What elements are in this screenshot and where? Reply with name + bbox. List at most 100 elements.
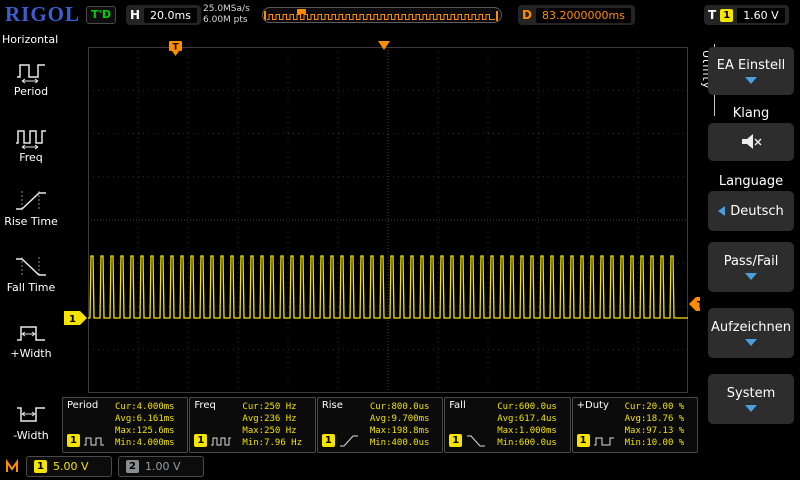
chevron-left-icon	[718, 206, 725, 216]
trigger-flag-marker[interactable]: T	[168, 41, 184, 57]
waveform-display	[88, 47, 688, 393]
menu-item-label: Aufzeichnen	[711, 320, 791, 335]
channel-1-number: 1	[34, 460, 47, 473]
channel1-offset-marker[interactable]: 1	[64, 311, 88, 325]
measurement-row: Period 1 Cur:4.000ms Avg:6.161ms Max:125…	[62, 397, 698, 453]
channel-2-toggle[interactable]: 2 1.00 V	[118, 456, 204, 477]
trigger-delay-group[interactable]: D 83.2000000ms	[518, 5, 635, 25]
menu-item-label: Period	[0, 85, 62, 98]
menu-item-label: -Width	[0, 429, 62, 442]
menu-item-label: Rise Time	[0, 215, 62, 228]
minus-width-icon	[14, 402, 48, 428]
horizontal-label: H	[130, 8, 140, 22]
menu-item-language[interactable]: Deutsch	[708, 191, 794, 231]
measurement-name: Rise	[322, 400, 343, 411]
menu-item-klang-label: Klang	[708, 106, 794, 121]
bottom-bar: 1 5.00 V 2 1.00 V	[0, 453, 800, 480]
channel-1-toggle[interactable]: 1 5.00 V	[26, 456, 112, 477]
menu-item-system[interactable]: System	[708, 374, 794, 424]
svg-text:1: 1	[69, 314, 76, 325]
trigger-level-value: 1.60 V	[737, 8, 785, 23]
channel-1-badge: 1	[322, 434, 335, 447]
channel-2-scale: 1.00 V	[145, 460, 181, 473]
measurement-values: Cur:4.000ms Avg:6.161ms Max:125.6ms Min:…	[115, 401, 175, 449]
menu-item-label: +Width	[0, 347, 62, 360]
trigger-position-marker[interactable]	[377, 41, 391, 51]
menu-item-ea-einstell[interactable]: EA Einstell	[708, 47, 794, 95]
channel-1-badge: 1	[577, 434, 590, 447]
menu-item-freq[interactable]: Freq	[0, 124, 62, 164]
menu-item-rise-time[interactable]: Rise Time	[0, 188, 62, 228]
horizontal-timebase-group[interactable]: H 20.0ms	[126, 5, 201, 25]
right-menu: Utility EA Einstell Klang Language Deuts…	[700, 30, 800, 480]
measurement-values: Cur:20.00 % Avg:18.76 % Max:97.13 % Min:…	[625, 401, 685, 449]
menu-item-aufzeichnen[interactable]: Aufzeichnen	[708, 308, 794, 358]
timebase-value: 20.0ms	[144, 8, 197, 23]
period-icon	[14, 58, 48, 84]
freq-measure-icon	[210, 433, 232, 448]
measurement-period[interactable]: Period 1 Cur:4.000ms Avg:6.161ms Max:125…	[62, 397, 188, 453]
menu-item-label: EA Einstell	[717, 58, 785, 73]
menu-item-label: Fall Time	[0, 281, 62, 294]
chevron-down-icon	[745, 405, 757, 412]
delay-value: 83.2000000ms	[536, 8, 631, 23]
speaker-muted-icon	[739, 133, 763, 151]
measurement-fall[interactable]: Fall 1 Cur:600.0us Avg:617.4us Max:1.000…	[444, 397, 570, 453]
acquisition-info: 25.0MSa/s 6.00M pts	[203, 4, 250, 26]
measurement-values: Cur:600.0us Avg:617.4us Max:1.000ms Min:…	[497, 401, 557, 449]
waveform-position-bar[interactable]	[262, 7, 502, 23]
channel-1-scale: 5.00 V	[53, 460, 89, 473]
left-menu: Horizontal Period Freq Rise Time Fall Ti…	[0, 30, 62, 453]
svg-text:T: T	[173, 43, 180, 53]
memory-depth: 6.00M pts	[203, 15, 250, 26]
trigger-source-badge: 1	[720, 9, 733, 22]
measurement-values: Cur:800.0us Avg:9.700ms Max:198.8ms Min:…	[370, 401, 430, 449]
channel-1-badge: 1	[449, 434, 462, 447]
channel-1-badge: 1	[67, 434, 80, 447]
delay-label: D	[522, 8, 532, 22]
measurement-name: Freq	[194, 400, 215, 411]
chevron-down-icon	[745, 273, 757, 280]
rise-measure-icon	[338, 433, 360, 448]
channel-1-badge: 1	[194, 434, 207, 447]
m-status-icon	[5, 458, 21, 474]
freq-icon	[14, 124, 48, 150]
measurement-plus-duty[interactable]: +Duty 1 Cur:20.00 % Avg:18.76 % Max:97.1…	[572, 397, 698, 453]
measurement-rise[interactable]: Rise 1 Cur:800.0us Avg:9.700ms Max:198.8…	[317, 397, 443, 453]
menu-item-label: Freq	[0, 151, 62, 164]
measurement-name: +Duty	[577, 400, 609, 411]
trigger-info-group[interactable]: T 1 1.60 V	[704, 5, 789, 25]
duty-measure-icon	[593, 433, 615, 448]
sample-rate: 25.0MSa/s	[203, 4, 250, 15]
trigger-status-badge: T'D	[86, 6, 116, 24]
chevron-down-icon	[745, 77, 757, 84]
measurement-name: Fall	[449, 400, 466, 411]
oscilloscope-screen: { "top_bar": { "logo": "RIGOL", "trigger…	[0, 0, 800, 480]
menu-item-plus-width[interactable]: +Width	[0, 320, 62, 360]
chevron-down-icon	[745, 339, 757, 346]
menu-item-label: Pass/Fail	[724, 254, 779, 269]
left-menu-title: Horizontal	[0, 30, 62, 49]
channel1-waveform	[88, 47, 688, 393]
measurement-name: Period	[67, 400, 98, 411]
menu-item-pass-fail[interactable]: Pass/Fail	[708, 242, 794, 292]
menu-item-fall-time[interactable]: Fall Time	[0, 254, 62, 294]
menu-item-period[interactable]: Period	[0, 58, 62, 98]
plus-width-icon	[14, 320, 48, 346]
rigol-logo: RIGOL	[5, 2, 80, 27]
menu-item-minus-width[interactable]: -Width	[0, 402, 62, 442]
top-bar: RIGOL T'D H 20.0ms 25.0MSa/s 6.00M pts D…	[0, 0, 800, 30]
measurement-freq[interactable]: Freq 1 Cur:250 Hz Avg:236 Hz Max:250 Hz …	[189, 397, 315, 453]
rise-time-icon	[14, 188, 48, 214]
fall-time-icon	[14, 254, 48, 280]
channel-2-number: 2	[126, 460, 139, 473]
menu-item-language-label: Language	[708, 174, 794, 189]
measurement-values: Cur:250 Hz Avg:236 Hz Max:250 Hz Min:7.9…	[242, 401, 302, 449]
fall-measure-icon	[465, 433, 487, 448]
language-value: Deutsch	[730, 204, 784, 219]
menu-item-label: System	[727, 386, 775, 401]
period-measure-icon	[83, 433, 105, 448]
memory-waveform-preview-icon	[263, 8, 501, 23]
trigger-label: T	[708, 8, 716, 22]
menu-item-klang[interactable]	[708, 123, 794, 161]
